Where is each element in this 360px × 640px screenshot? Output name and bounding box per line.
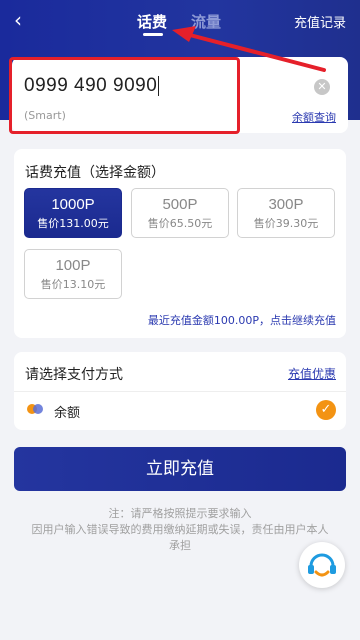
divider xyxy=(14,391,346,392)
amount-value: 1000P xyxy=(51,196,95,213)
top-bar: ‹ 话费 流量 充值记录 xyxy=(0,0,360,44)
clear-input-icon[interactable]: ✕ xyxy=(314,79,330,95)
recharge-history-link[interactable]: 充值记录 xyxy=(294,12,346,31)
payment-section-title: 请选择支付方式 xyxy=(25,367,123,383)
amount-value: 100P xyxy=(55,257,91,274)
checkmark-icon[interactable]: ✓ xyxy=(316,400,336,420)
notice-line-1: 注：请严格按照提示要求输入 xyxy=(108,507,252,520)
operator-label: (Smart) xyxy=(24,109,66,122)
wallet-icon xyxy=(27,404,43,414)
amount-option-500p[interactable]: 500P 售价65.50元 xyxy=(131,188,229,238)
notice-line-2: 因用户输入错误导致的费用缴纳延期或失误，责任由用户本人承担 xyxy=(31,523,329,552)
amount-option-100p[interactable]: 100P 售价13.10元 xyxy=(24,249,122,299)
payment-method-balance[interactable]: 余额 xyxy=(54,402,80,421)
tab-data[interactable]: 流量 xyxy=(191,11,221,32)
text-caret xyxy=(158,75,160,96)
phone-number-input[interactable]: 0999 490 9090 xyxy=(24,75,160,97)
recent-recharge-link[interactable]: 最近充值金额100.00P，点击继续充值 xyxy=(148,312,336,328)
amount-price: 售价131.00元 xyxy=(37,217,109,230)
recharge-promo-link[interactable]: 充值优惠 xyxy=(288,365,336,382)
phone-number-card: 0999 490 9090 (Smart) ✕ 余额查询 xyxy=(12,57,348,133)
recharge-now-button[interactable]: 立即充值 xyxy=(14,447,346,491)
amount-option-300p[interactable]: 300P 售价39.30元 xyxy=(237,188,335,238)
recharge-amount-card: 话费充值（选择金额） 1000P 售价131.00元 500P 售价65.50元… xyxy=(14,149,346,338)
recharge-section-title: 话费充值（选择金额） xyxy=(25,165,165,181)
phone-number-value: 0999 490 9090 xyxy=(24,75,158,96)
amount-option-1000p[interactable]: 1000P 售价131.00元 xyxy=(24,188,122,238)
amount-value: 300P xyxy=(268,196,304,213)
headset-icon xyxy=(308,553,336,577)
customer-service-button[interactable] xyxy=(299,542,345,588)
disclaimer-notice: 注：请严格按照提示要求输入 因用户输入错误导致的费用缴纳延期或失误，责任由用户本… xyxy=(30,506,330,554)
balance-query-link[interactable]: 余额查询 xyxy=(292,109,336,125)
amount-value: 500P xyxy=(162,196,198,213)
payment-method-card: 请选择支付方式 充值优惠 余额 ✓ xyxy=(14,352,346,430)
tab-call-credit[interactable]: 话费 xyxy=(137,11,167,32)
amount-price: 售价39.30元 xyxy=(253,217,319,230)
amount-price: 售价65.50元 xyxy=(147,217,213,230)
active-tab-indicator xyxy=(143,33,163,36)
amount-price: 售价13.10元 xyxy=(40,278,106,291)
back-arrow-icon[interactable]: ‹ xyxy=(14,8,34,32)
